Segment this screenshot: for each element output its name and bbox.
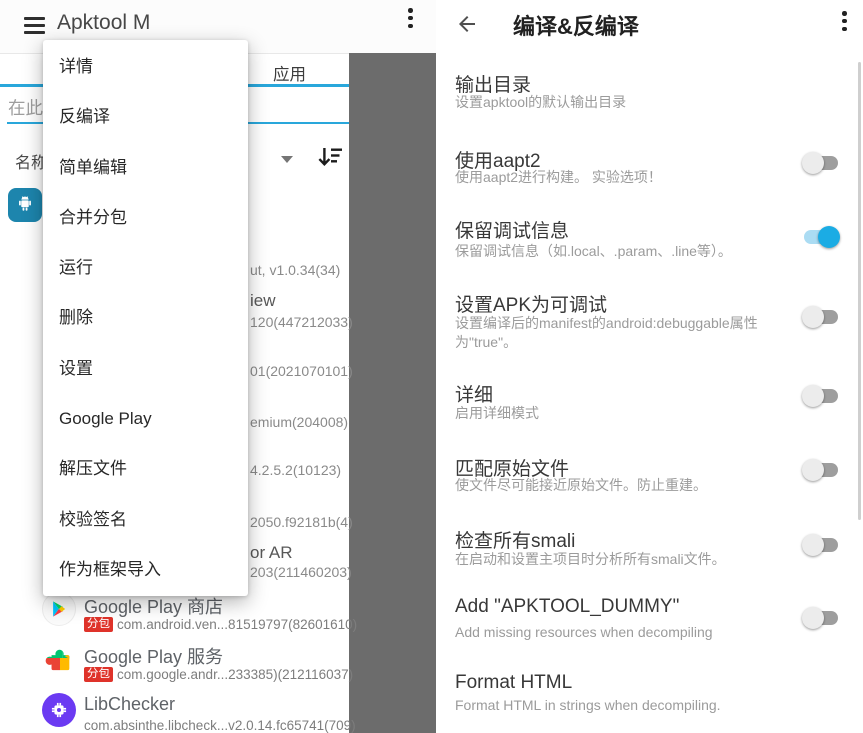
app-list-row-play-services[interactable]: Google Play 服务 分包 com.google.andr...2333… — [0, 642, 349, 692]
list-fragment: 120(447212033) — [250, 314, 353, 330]
toggle-check-all-smali[interactable] — [802, 534, 840, 556]
sort-desc-icon[interactable] — [318, 147, 344, 174]
right-screen-build-settings: 编译&反编译 输出目录 设置apktool的默认输出目录 使用aapt2 使用a… — [436, 0, 863, 733]
menu-item-delete[interactable]: 删除 — [43, 293, 248, 343]
app-package: com.android.ven...81519797(82601610) — [117, 617, 357, 632]
dimmed-side-region — [349, 53, 436, 733]
libchecker-icon — [42, 693, 76, 727]
list-fragment: 01(2021070101) — [250, 363, 353, 379]
menu-item-decompile[interactable]: 反编译 — [43, 92, 248, 142]
menu-item-details[interactable]: 详情 — [43, 42, 248, 92]
app-title: Apktool M — [57, 11, 150, 35]
scrollbar[interactable] — [858, 62, 861, 520]
setting-title[interactable]: Format HTML — [455, 672, 572, 694]
kebab-icon[interactable] — [408, 8, 413, 28]
menu-item-run[interactable]: 运行 — [43, 243, 248, 293]
android-app-icon[interactable] — [8, 188, 42, 222]
list-fragment: iew — [250, 291, 276, 311]
app-list-row-libchecker[interactable]: LibChecker com.absinthe.libcheck...v2.0.… — [0, 693, 349, 733]
tab-applications[interactable]: 应用 — [273, 61, 306, 85]
menu-item-verify-signature[interactable]: 校验签名 — [43, 495, 248, 545]
setting-title[interactable]: 详细 — [455, 380, 493, 407]
setting-subtitle: 使文件尽可能接近原始文件。防止重建。 — [455, 476, 793, 495]
menu-item-merge-splits[interactable]: 合并分包 — [43, 193, 248, 243]
menu-item-settings[interactable]: 设置 — [43, 344, 248, 394]
split-apk-badge: 分包 — [84, 617, 113, 632]
page-title: 编译&反编译 — [513, 9, 639, 41]
setting-title[interactable]: 设置APK为可调试 — [455, 290, 607, 317]
arrow-left-icon[interactable] — [455, 12, 479, 36]
setting-subtitle: 启用详细模式 — [455, 404, 793, 423]
kebab-icon[interactable] — [842, 11, 847, 31]
setting-subtitle: Add missing resources when decompiling — [455, 623, 793, 642]
app-name: Google Play 服务 — [84, 643, 223, 669]
setting-title[interactable]: Add "APKTOOL_DUMMY" — [455, 596, 679, 618]
app-name: Google Play 商店 — [84, 593, 223, 619]
app-package: com.absinthe.libcheck...v2.0.14.fc65741(… — [84, 718, 356, 733]
play-services-icon — [44, 642, 78, 676]
setting-subtitle: Format HTML in strings when decompiling. — [455, 696, 793, 715]
toggle-verbose[interactable] — [802, 385, 840, 407]
setting-subtitle: 设置apktool的默认输出目录 — [455, 93, 793, 112]
menu-item-import-framework[interactable]: 作为框架导入 — [43, 545, 248, 595]
list-fragment: ut, v1.0.34(34) — [250, 262, 340, 278]
search-input[interactable]: 在此 — [8, 95, 43, 120]
toggle-keep-debug-info[interactable] — [802, 226, 840, 248]
context-menu: 详情 反编译 简单编辑 合并分包 运行 删除 设置 Google Play 解压… — [43, 40, 248, 596]
list-fragment: 203(211460203) — [250, 564, 352, 580]
list-fragment: 4.2.5.2(10123) — [250, 462, 341, 478]
toggle-use-aapt2[interactable] — [802, 152, 840, 174]
app-list-row-play-store[interactable]: Google Play 商店 分包 com.android.ven...8151… — [0, 592, 349, 642]
toggle-apk-debuggable[interactable] — [802, 306, 840, 328]
app-name: LibChecker — [84, 694, 175, 715]
app-package: com.google.andr...233385)(212116037) — [117, 667, 353, 682]
setting-subtitle: 使用aapt2进行构建。 实验选项！ — [455, 168, 793, 187]
menu-item-simple-edit[interactable]: 简单编辑 — [43, 143, 248, 193]
setting-subtitle: 在启动和设置主项目时分析所有smali文件。 — [455, 550, 793, 569]
toggle-match-original[interactable] — [802, 459, 840, 481]
hamburger-icon[interactable] — [24, 17, 45, 34]
list-fragment: or AR — [250, 543, 293, 563]
toggle-apktool-dummy[interactable] — [802, 607, 840, 629]
setting-subtitle: 保留调试信息（如.local、.param、.line等）。 — [455, 242, 793, 261]
play-store-icon — [42, 592, 76, 626]
menu-item-extract-files[interactable]: 解压文件 — [43, 444, 248, 494]
screenshot-stage: Apktool M 应用 在此 名称 — [0, 0, 863, 733]
list-fragment: 2050.f92181b(4) — [250, 514, 353, 530]
split-apk-badge: 分包 — [84, 667, 113, 682]
list-fragment: emium(204008) — [250, 414, 348, 430]
setting-title[interactable]: 检查所有smali — [455, 526, 575, 553]
menu-item-google-play[interactable]: Google Play — [43, 394, 248, 444]
setting-title[interactable]: 保留调试信息 — [455, 216, 569, 243]
setting-subtitle: 设置编译后的manifest的android:debuggable属性为"tru… — [455, 314, 793, 352]
caret-down-icon[interactable] — [281, 156, 293, 163]
left-screen-apktool-main: Apktool M 应用 在此 名称 — [0, 0, 436, 733]
